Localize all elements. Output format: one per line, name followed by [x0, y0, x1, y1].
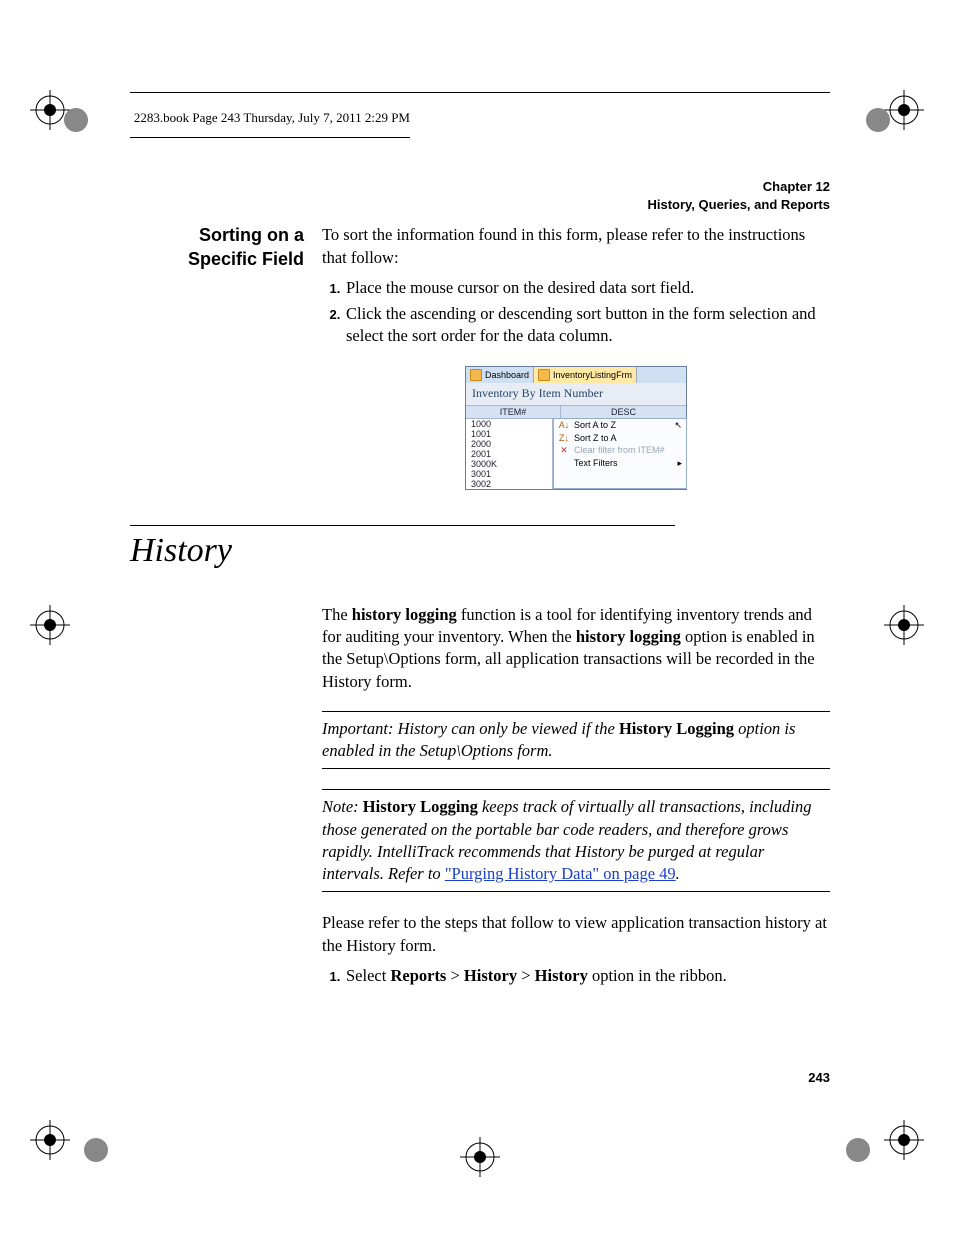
screenshot-figure: Dashboard InventoryListingFrm Inventory … — [322, 366, 830, 490]
crop-mark-mr — [884, 605, 924, 645]
section-rule — [130, 525, 675, 526]
page-content: 2283.book Page 243 Thursday, July 7, 201… — [130, 100, 830, 1005]
fig-col-item: ITEM# — [466, 406, 561, 418]
steps-list: Place the mouse cursor on the desired da… — [322, 277, 830, 348]
crop-mark-tl2 — [56, 100, 96, 140]
fig-item-row: 1001 — [466, 429, 552, 439]
chapter-title: History, Queries, and Reports — [130, 196, 830, 214]
running-header-text: 2283.book Page 243 Thursday, July 7, 201… — [134, 100, 410, 126]
callout-label: Important: — [322, 719, 398, 738]
step-item: Click the ascending or descending sort b… — [344, 303, 830, 348]
text: The — [322, 605, 352, 624]
text-italic: History can only be viewed if the — [398, 719, 619, 738]
note-callout: Note: History Logging keeps track of vir… — [322, 789, 830, 892]
text-bold: History — [464, 966, 517, 985]
crop-mark-tr2 — [858, 100, 898, 140]
fig-item-row: 3002 — [466, 479, 552, 489]
text-bold: history logging — [352, 605, 457, 624]
text: option in the ribbon. — [588, 966, 727, 985]
running-header: 2283.book Page 243 Thursday, July 7, 201… — [130, 100, 410, 138]
crop-mark-ml — [30, 605, 70, 645]
step-item: Select Reports > History > History optio… — [344, 965, 830, 987]
book-icon — [130, 105, 132, 129]
menu-sort-za: Sort Z to A — [574, 433, 617, 443]
chapter-number: Chapter 12 — [130, 178, 830, 196]
text: Select — [346, 966, 390, 985]
crop-mark-br2 — [838, 1130, 878, 1170]
intro-paragraph: To sort the information found in this fo… — [322, 224, 830, 269]
fig-item-row: 3000K — [466, 459, 552, 469]
crop-mark-bl — [30, 1120, 70, 1160]
sort-asc-icon: A↓ — [558, 420, 570, 430]
fig-item-row: 2000 — [466, 439, 552, 449]
fig-tab-inventory: InventoryListingFrm — [534, 367, 637, 383]
fig-tab-label: Dashboard — [485, 370, 529, 380]
text-bold: history logging — [576, 627, 681, 646]
step-item: Place the mouse cursor on the desired da… — [344, 277, 830, 299]
crop-mark-bl2 — [76, 1130, 116, 1170]
submenu-arrow-icon: ▸ — [677, 458, 682, 469]
important-callout: Important: History can only be viewed if… — [322, 711, 830, 770]
steps-list-2: Select Reports > History > History optio… — [322, 965, 830, 987]
form-icon — [538, 369, 550, 381]
text-bold: History Logging — [619, 719, 734, 738]
text: > — [517, 966, 535, 985]
text-bold: History — [535, 966, 588, 985]
menu-text-filters: Text Filters — [574, 458, 618, 468]
text-italic: . — [676, 864, 680, 883]
fig-tab-dashboard: Dashboard — [466, 367, 534, 383]
paragraph: Please refer to the steps that follow to… — [322, 912, 830, 957]
clear-filter-icon: ✕ — [558, 445, 570, 456]
text-bold: History Logging — [363, 797, 478, 816]
crop-mark-br — [884, 1120, 924, 1160]
fig-item-row: 2001 — [466, 449, 552, 459]
fig-title: Inventory By Item Number — [466, 383, 686, 405]
cross-reference-link[interactable]: "Purging History Data" on page 49 — [445, 864, 676, 883]
callout-label: Note: — [322, 797, 363, 816]
fig-item-row: 1000 — [466, 419, 552, 429]
history-paragraph: The history logging function is a tool f… — [322, 604, 830, 693]
text: > — [446, 966, 464, 985]
page-number: 243 — [808, 1070, 830, 1085]
fig-item-row: 3001 — [466, 469, 552, 479]
fig-col-desc: DESC — [561, 406, 686, 418]
crop-mark-bc — [460, 1137, 500, 1177]
fig-sort-menu: A↓ Sort A to Z ↖ Z↓ Sort Z to A ✕ Clear filt… — [553, 418, 687, 489]
fig-tab-label: InventoryListingFrm — [553, 370, 632, 380]
side-heading: Sorting on a Specific Field — [130, 224, 322, 271]
sort-desc-icon: Z↓ — [558, 433, 570, 443]
menu-sort-az: Sort A to Z — [574, 420, 616, 430]
text-bold: Reports — [390, 966, 446, 985]
chapter-header: Chapter 12 History, Queries, and Reports — [130, 178, 830, 214]
form-icon — [470, 369, 482, 381]
section-title: History — [130, 532, 830, 570]
cursor-icon: ↖ — [674, 420, 682, 431]
menu-clear-filter: Clear filter from ITEM# — [574, 445, 665, 455]
